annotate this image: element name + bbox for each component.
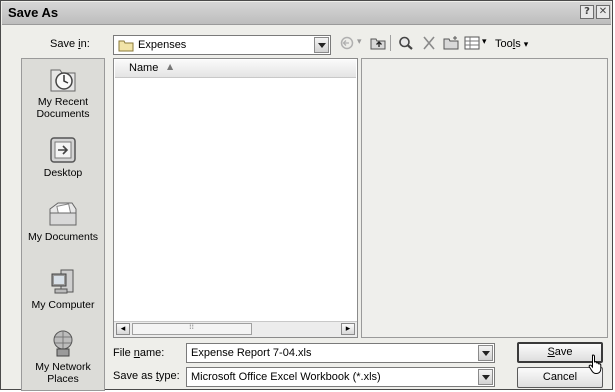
scrollbar-grip-icon: ⁞⁞ — [189, 322, 195, 331]
delete-icon[interactable] — [421, 36, 437, 50]
scroll-left-icon[interactable]: ◂ — [116, 323, 130, 335]
title-bar: Save As ? ✕ — [2, 2, 611, 25]
file-name-label: File name: — [113, 347, 165, 359]
views-dropdown-icon[interactable]: ▾ — [482, 37, 487, 47]
folder-icon — [118, 40, 134, 52]
save-as-type-value: Microsoft Office Excel Workbook (*.xls) — [191, 371, 381, 383]
back-dropdown-icon[interactable]: ▾ — [357, 37, 362, 47]
tools-dropdown-icon: ▾ — [523, 39, 529, 49]
search-web-icon[interactable] — [398, 36, 414, 50]
tools-menu[interactable]: Tools ▾ — [495, 38, 528, 50]
save-as-dialog: Save As ? ✕ Save in: Expenses ▾ ▾ Tools … — [0, 0, 613, 391]
new-folder-icon[interactable] — [443, 36, 459, 50]
save-as-type-label: Save as type: — [113, 370, 180, 382]
name-column-header[interactable]: Name ▲ — [115, 60, 356, 78]
close-button[interactable]: ✕ — [596, 5, 610, 19]
preview-pane — [361, 58, 608, 338]
scroll-right-icon[interactable]: ▸ — [341, 323, 355, 335]
file-name-input[interactable]: Expense Report 7-04.xls — [186, 343, 495, 363]
save-in-value: Expenses — [138, 39, 187, 51]
name-column-label: Name — [129, 62, 159, 74]
place-my-computer[interactable]: My Computer — [22, 267, 104, 311]
help-button[interactable]: ? — [580, 5, 594, 19]
chevron-down-icon[interactable] — [478, 369, 493, 385]
network-places-icon — [53, 330, 73, 357]
recent-documents-icon — [50, 69, 76, 92]
horizontal-scrollbar[interactable]: ◂ ⁞⁞ ▸ — [114, 321, 357, 337]
place-my-network-places[interactable]: My Network Places — [22, 329, 104, 385]
chevron-down-icon[interactable] — [314, 37, 329, 53]
place-my-recent-documents[interactable]: My Recent Documents — [22, 64, 104, 120]
places-bar: My Recent Documents Desktop My Documents — [21, 58, 105, 391]
up-one-level-icon[interactable] — [370, 36, 386, 50]
place-desktop[interactable]: Desktop — [22, 135, 104, 179]
desktop-icon — [50, 137, 76, 163]
my-computer-icon — [51, 269, 74, 294]
hand-cursor-icon — [588, 354, 602, 374]
dialog-title: Save As — [8, 5, 59, 20]
save-in-label: Save in: — [50, 38, 90, 50]
chevron-down-icon[interactable] — [478, 345, 493, 361]
views-icon[interactable] — [464, 36, 480, 50]
file-name-value: Expense Report 7-04.xls — [191, 347, 312, 359]
save-as-type-dropdown[interactable]: Microsoft Office Excel Workbook (*.xls) — [186, 367, 495, 387]
my-documents-icon — [49, 202, 77, 226]
toolbar-separator — [390, 35, 391, 51]
file-list[interactable]: Name ▲ ◂ ⁞⁞ ▸ — [113, 58, 358, 338]
sort-ascending-icon: ▲ — [167, 62, 174, 71]
save-in-dropdown[interactable]: Expenses — [113, 35, 331, 55]
back-icon[interactable] — [339, 36, 355, 50]
place-my-documents[interactable]: My Documents — [22, 199, 104, 243]
